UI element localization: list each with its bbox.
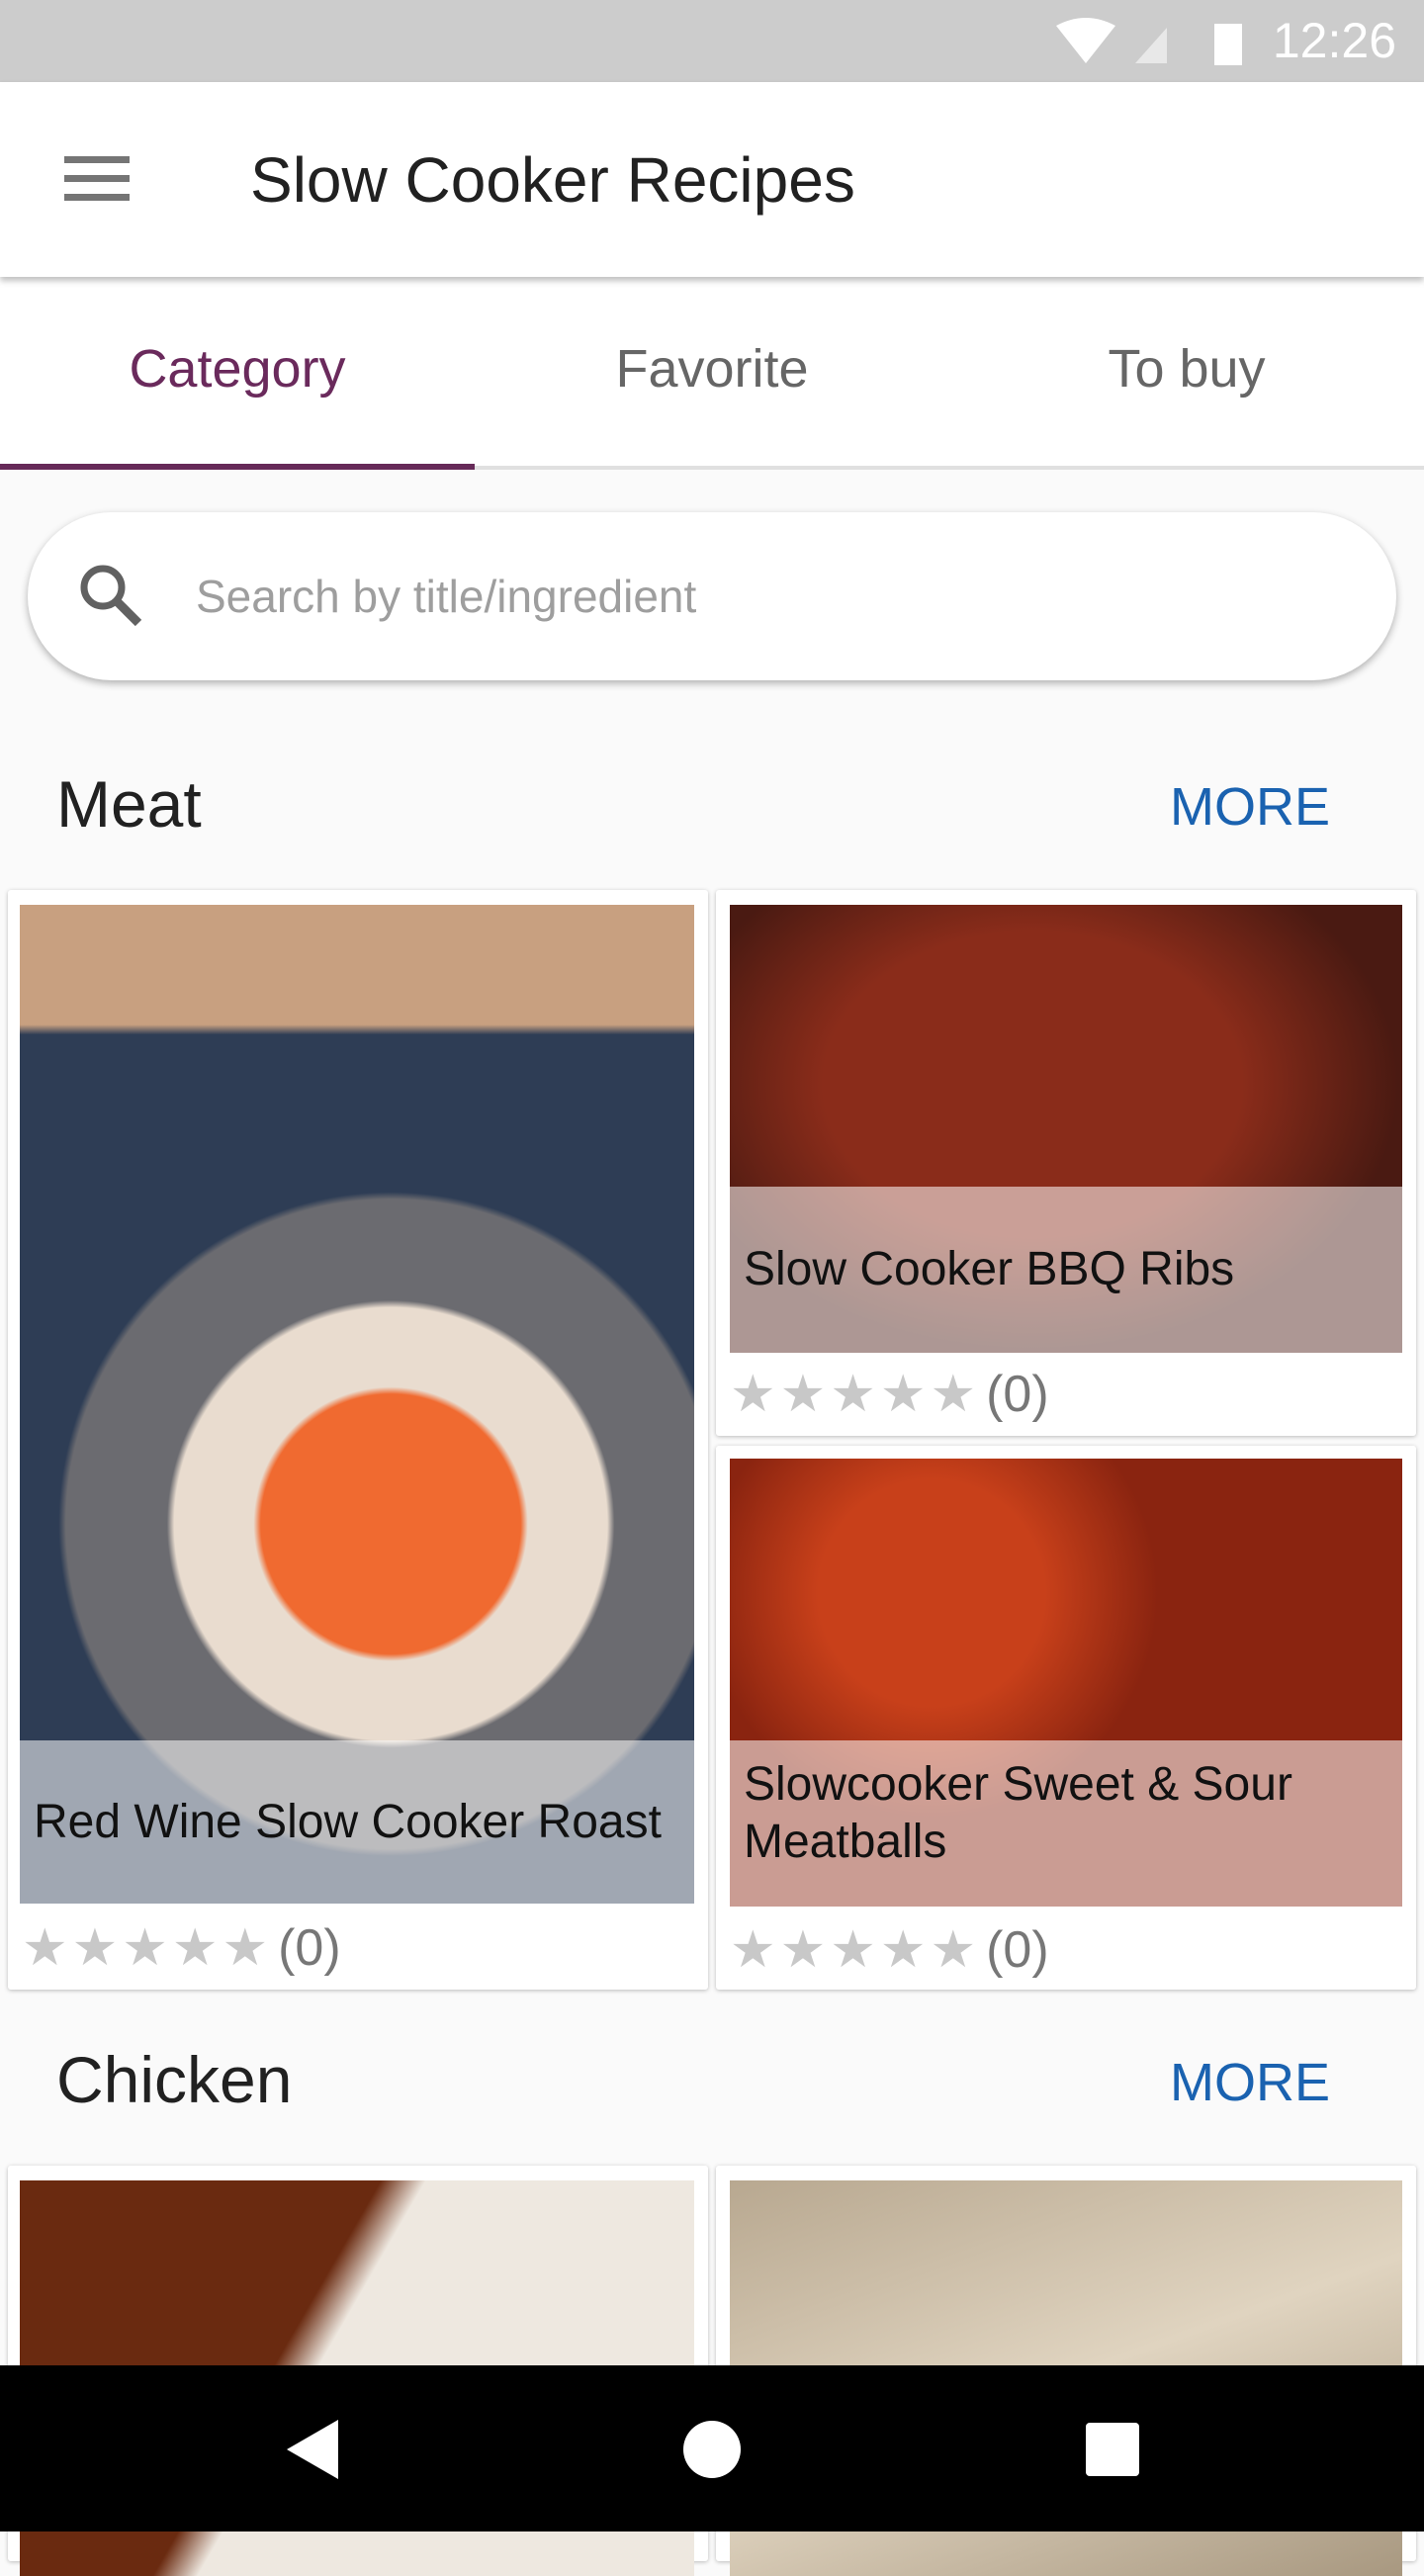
recipe-card[interactable]: Slowcooker Sweet & Sour Meatballs ★★★★★(… <box>716 1446 1416 1990</box>
navigation-bar <box>0 2365 1424 2532</box>
star-rating: ★★★★★ (0) <box>730 1921 1049 1979</box>
clock: 12:26 <box>1272 13 1396 68</box>
tab-favorite[interactable]: Favorite <box>475 338 949 400</box>
signal-no-sim-icon <box>1135 28 1167 63</box>
battery-charging-icon <box>1214 24 1242 65</box>
rating-count: (0) <box>278 1919 341 1977</box>
home-icon[interactable] <box>682 2420 742 2479</box>
search-icon <box>80 565 142 627</box>
hamburger-menu-icon[interactable] <box>64 156 130 202</box>
search-placeholder: Search by title/ingredient <box>196 571 697 622</box>
meat-more-button[interactable]: MORE <box>1170 776 1330 838</box>
back-icon[interactable] <box>287 2420 342 2479</box>
wifi-icon <box>1056 18 1115 63</box>
section-title-chicken: Chicken <box>56 2043 293 2116</box>
page-title: Slow Cooker Recipes <box>250 144 855 216</box>
status-bar: 12:26 <box>0 0 1424 82</box>
rating-count: (0) <box>986 1366 1049 1423</box>
chicken-more-button[interactable]: MORE <box>1170 2052 1330 2113</box>
recents-icon[interactable] <box>1086 2423 1139 2476</box>
star-rating: ★★★★★ (0) <box>22 1919 341 1977</box>
tab-category[interactable]: Category <box>0 338 475 400</box>
app-bar: Slow Cooker Recipes <box>0 82 1424 277</box>
recipe-image: Slowcooker Sweet & Sour Meatballs <box>730 1459 1402 1907</box>
recipe-image: Red Wine Slow Cooker Roast <box>20 905 694 1904</box>
star-rating: ★★★★★ (0) <box>730 1366 1049 1423</box>
tab-to-buy[interactable]: To buy <box>949 338 1424 400</box>
search-input[interactable]: Search by title/ingredient <box>28 512 1396 680</box>
recipe-title: Slow Cooker BBQ Ribs <box>730 1187 1402 1353</box>
status-icons <box>1056 18 1242 65</box>
tab-bar: Category Favorite To buy <box>0 277 1424 470</box>
tab-indicator <box>0 464 475 470</box>
rating-count: (0) <box>986 1921 1049 1979</box>
recipe-title: Red Wine Slow Cooker Roast <box>20 1740 694 1904</box>
recipe-card[interactable]: Slow Cooker BBQ Ribs ★★★★★ (0) <box>716 890 1416 1436</box>
recipe-title: Slowcooker Sweet & Sour Meatballs <box>730 1740 1402 1907</box>
recipe-image: Slow Cooker BBQ Ribs <box>730 905 1402 1353</box>
recipe-card[interactable]: Red Wine Slow Cooker Roast ★★★★★ (0) <box>8 890 708 1990</box>
section-title-meat: Meat <box>56 767 202 841</box>
